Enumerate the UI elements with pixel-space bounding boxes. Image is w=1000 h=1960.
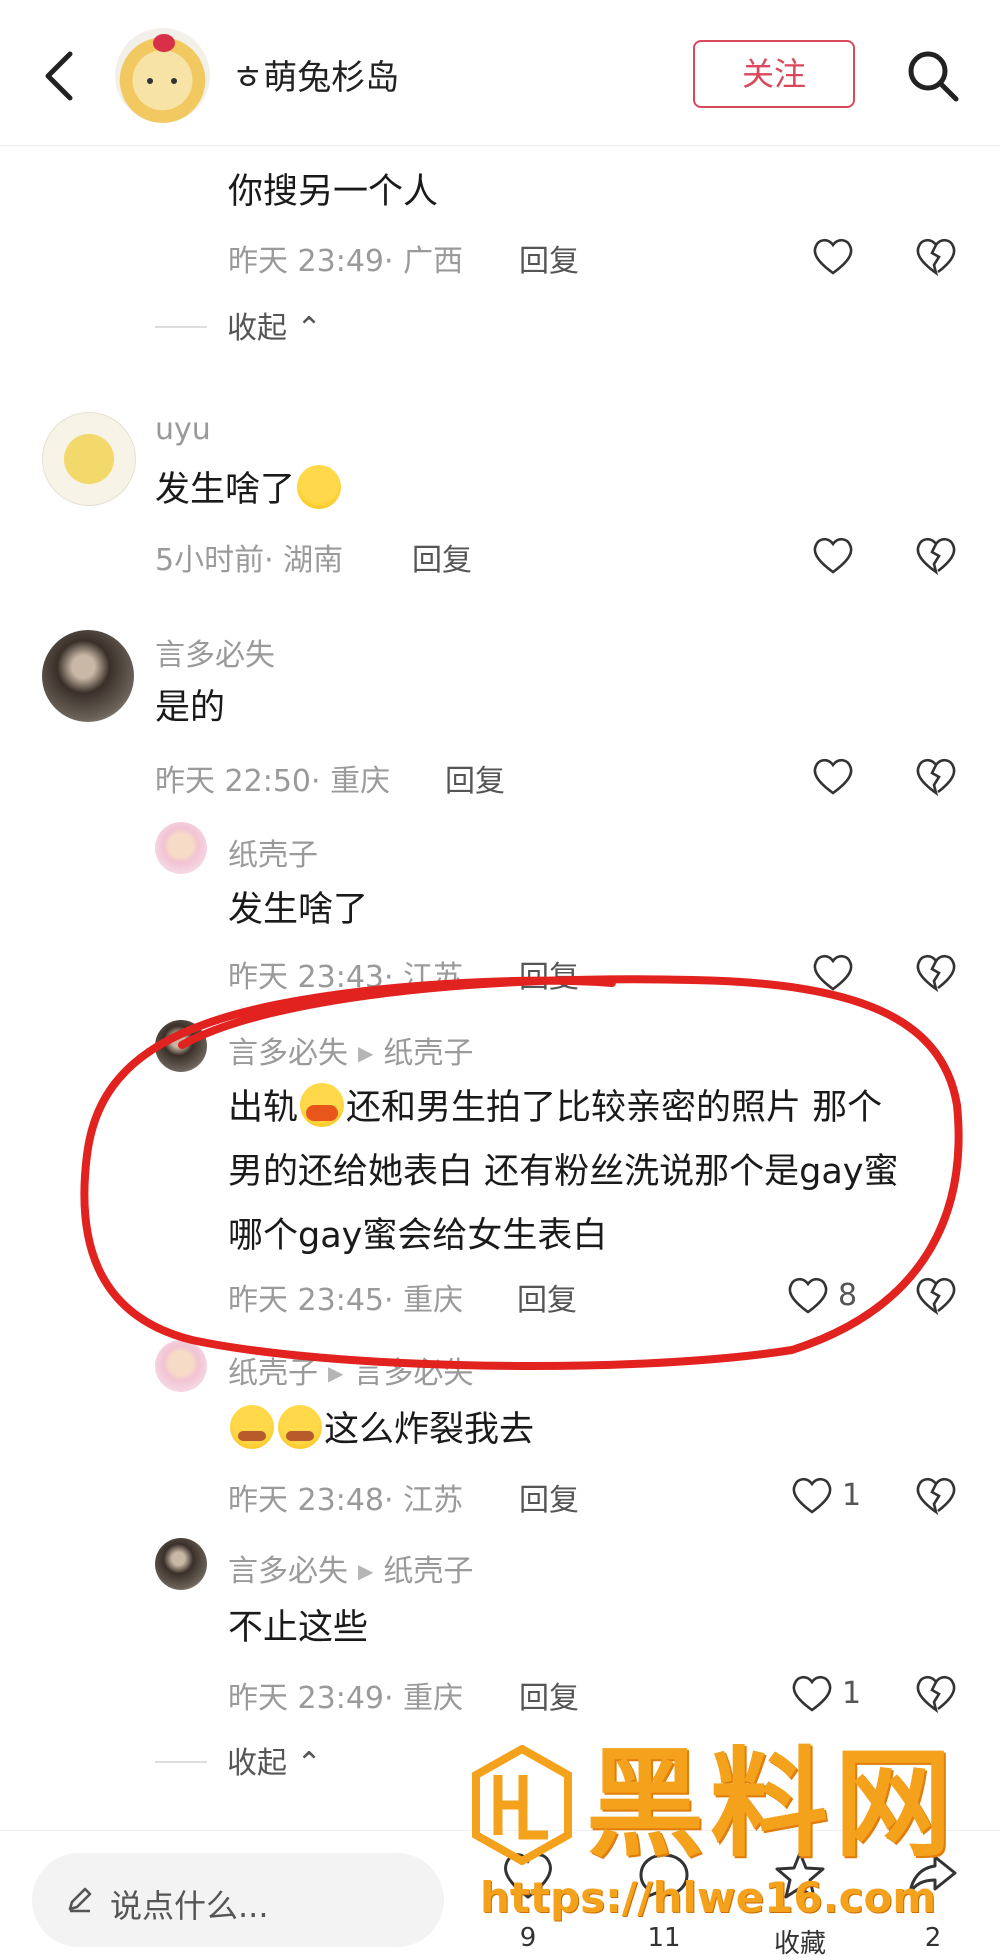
comment-text: 是的: [155, 688, 226, 728]
search-icon[interactable]: [905, 48, 961, 104]
heart-icon: [792, 1675, 832, 1712]
follow-button[interactable]: 关注: [693, 40, 855, 108]
comment-item: uyu 发生啥了 5小时前· 湖南 回复: [0, 400, 1000, 580]
like-count: 1: [842, 1477, 862, 1513]
comment-text: 发生啥了: [228, 890, 369, 930]
comment-location: · 湖南: [264, 543, 344, 578]
commenter-name[interactable]: 纸壳子: [228, 830, 318, 874]
comment-location: · 江苏: [384, 1483, 464, 1518]
reply-to-name[interactable]: 纸壳子: [383, 1554, 473, 1589]
highlight-circle: [80, 975, 963, 1371]
broken-heart-icon[interactable]: [914, 1673, 958, 1713]
comment-text: 你搜另一个人: [228, 172, 439, 212]
commenter-name[interactable]: uyu: [155, 412, 211, 447]
commenter-avatar[interactable]: [155, 822, 207, 874]
comment-time: 5小时前: [155, 543, 265, 578]
comment-time: 昨天 23:49: [228, 244, 384, 279]
comment-location: · 广西: [384, 244, 464, 279]
favorite-label: 收藏: [773, 1929, 826, 1959]
comment-meta: 昨天 23:49· 广西: [228, 236, 463, 280]
like-count: 9: [519, 1923, 537, 1953]
comment-location: · 重庆: [384, 1681, 464, 1716]
reply-arrow-icon: ▶: [358, 1559, 374, 1583]
broken-heart-icon[interactable]: [914, 535, 958, 575]
pencil-icon: [68, 1887, 92, 1913]
comment-text: 发生啥了: [155, 458, 343, 522]
heart-icon: [813, 537, 853, 574]
reply-button[interactable]: 回复: [519, 236, 579, 280]
comment-meta: 昨天 22:50· 重庆: [155, 756, 390, 800]
watermark-brand: 黑料网: [586, 1735, 959, 1873]
like-count: 1: [842, 1675, 862, 1711]
like-button[interactable]: [811, 533, 855, 577]
commenter-name[interactable]: 言多必失: [155, 630, 275, 674]
collapse-replies[interactable]: 收起 ⌃: [155, 1738, 322, 1782]
heart-icon: [813, 238, 853, 275]
heart-icon: [813, 758, 853, 795]
comment-meta: 5小时前· 湖南: [155, 535, 343, 579]
commenter-avatar[interactable]: [42, 630, 134, 722]
share-count: 2: [924, 1923, 942, 1953]
comment-time: 昨天 23:48: [228, 1483, 384, 1518]
author-name[interactable]: ㅎ萌兔杉岛: [232, 50, 399, 99]
reply-button[interactable]: 回复: [519, 1673, 579, 1717]
reply-button[interactable]: 回复: [445, 756, 505, 800]
comment-meta: 昨天 23:49· 重庆: [228, 1673, 463, 1717]
reply-button[interactable]: 回复: [519, 1475, 579, 1519]
author-avatar[interactable]: [115, 28, 210, 123]
comment-meta: 昨天 23:48· 江苏: [228, 1475, 463, 1519]
comment-count: 11: [647, 1923, 681, 1953]
comment-item: 你搜另一个人 昨天 23:49· 广西 回复 收起 ⌃: [0, 146, 1000, 346]
commenter-name[interactable]: 言多必失 ▶ 纸壳子: [228, 1546, 473, 1590]
commenter-avatar[interactable]: [155, 1538, 207, 1590]
top-bar: ㅎ萌兔杉岛 关注: [0, 0, 1000, 146]
like-button[interactable]: [811, 234, 855, 278]
like-button[interactable]: 1: [790, 1671, 861, 1715]
comment-item: 言多必失 是的 昨天 22:50· 重庆 回复: [0, 628, 1000, 808]
comment-input-placeholder: 说点什么...: [110, 1887, 269, 1925]
broken-heart-icon[interactable]: [914, 1475, 958, 1515]
watermark-logo: [472, 1745, 572, 1865]
like-button[interactable]: 1: [790, 1473, 861, 1517]
back-icon[interactable]: [40, 48, 80, 104]
broken-heart-icon[interactable]: [914, 236, 958, 276]
reply-button[interactable]: 回复: [412, 535, 472, 579]
comment-location: · 重庆: [311, 764, 391, 799]
surprised-emoji: [297, 465, 342, 509]
commenter-avatar[interactable]: [42, 412, 136, 506]
crying-emoji: [230, 1405, 274, 1449]
comment-text: 不止这些: [228, 1608, 369, 1648]
like-button[interactable]: [811, 754, 855, 798]
watermark-url: https://hlwe16.com: [480, 1873, 937, 1922]
comment-time: 昨天 22:50: [155, 764, 311, 799]
heart-icon: [792, 1477, 832, 1514]
comment-time: 昨天 23:49: [228, 1681, 384, 1716]
comment-text: 这么炸裂我去: [228, 1398, 534, 1462]
watermark: 黑料网 https://hlwe16.com: [468, 1739, 988, 1922]
collapse-replies[interactable]: 收起 ⌃: [155, 303, 322, 347]
crying-emoji: [278, 1405, 322, 1449]
broken-heart-icon[interactable]: [914, 756, 958, 796]
